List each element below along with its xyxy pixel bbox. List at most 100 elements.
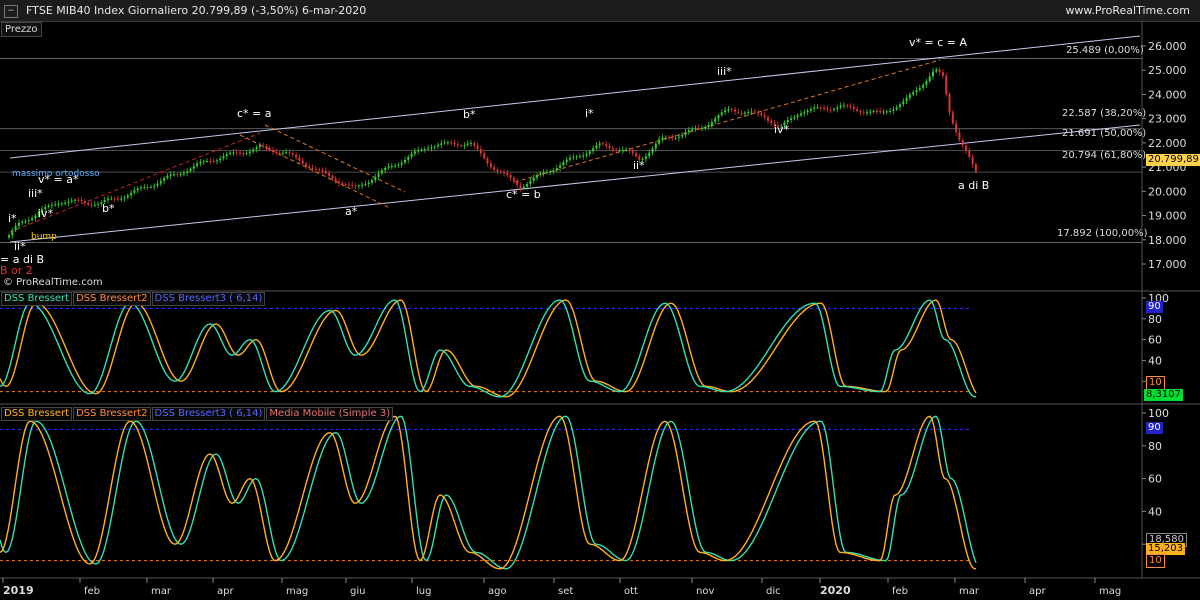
candle-body bbox=[862, 112, 865, 114]
candle-body bbox=[743, 112, 746, 114]
candle-body bbox=[123, 197, 126, 199]
candle-body bbox=[219, 158, 222, 161]
candle-body bbox=[839, 105, 842, 108]
wave-label: b* bbox=[102, 202, 115, 215]
dss2-low-badge: 10 bbox=[1146, 554, 1165, 568]
candle-body bbox=[163, 178, 166, 181]
collapse-icon[interactable]: − bbox=[4, 5, 18, 18]
wave-label: c* = a bbox=[237, 107, 272, 120]
candle-body bbox=[285, 152, 288, 154]
candle-body bbox=[816, 107, 819, 109]
candle-body bbox=[229, 152, 232, 155]
candle-body bbox=[225, 154, 228, 157]
candle-body bbox=[760, 113, 763, 116]
candle-body bbox=[311, 168, 314, 170]
candle-body bbox=[648, 152, 651, 157]
chart-header: − FTSE MIB40 Index Giornaliero 20.799,89… bbox=[0, 0, 1200, 22]
candle-body bbox=[248, 151, 251, 154]
candle-body bbox=[809, 108, 812, 111]
dss-tick-label: 80 bbox=[1148, 440, 1162, 453]
candle-body bbox=[318, 169, 321, 171]
candle-body bbox=[724, 110, 727, 113]
candle-body bbox=[328, 173, 331, 176]
candle-body bbox=[361, 184, 364, 186]
time-axis: 2019 feb mar apr mag giu lug ago set ott nov dic 202… bbox=[2, 578, 1121, 597]
dss1-legend-2[interactable]: DSS Bressert2 bbox=[73, 292, 151, 306]
candle-body bbox=[341, 183, 344, 185]
candle-body bbox=[113, 198, 116, 200]
candle-body bbox=[605, 144, 608, 146]
candle-body bbox=[506, 173, 509, 176]
candle-body bbox=[182, 173, 185, 175]
candle-body bbox=[932, 71, 934, 77]
price-panel-label[interactable]: Prezzo bbox=[1, 22, 42, 37]
candle-body bbox=[737, 111, 740, 113]
candle-body bbox=[889, 110, 892, 112]
dss-tick-label: 100 bbox=[1148, 407, 1169, 420]
dss2-legend-3[interactable]: DSS Bressert3 ( 6,14) bbox=[151, 407, 266, 421]
candle-body bbox=[694, 127, 697, 129]
dss2-legend-1[interactable]: DSS Bressert bbox=[1, 407, 73, 421]
dss1-value-badge: 8,3107 bbox=[1144, 389, 1183, 401]
candle-body bbox=[704, 126, 707, 128]
candle-body bbox=[846, 105, 849, 107]
candle-body bbox=[849, 105, 852, 108]
candle-body bbox=[628, 149, 631, 151]
wave-label: c* = b bbox=[506, 188, 541, 201]
candle-body bbox=[925, 81, 928, 85]
dss1-legend-3[interactable]: DSS Bressert3 ( 6,14) bbox=[151, 292, 266, 306]
candle-body bbox=[618, 150, 621, 152]
candle-body bbox=[176, 174, 179, 176]
candle-body bbox=[770, 120, 773, 124]
dss1-legend-1[interactable]: DSS Bressert bbox=[1, 292, 73, 306]
wave-label: v* = c = A bbox=[909, 36, 967, 49]
candle-body bbox=[466, 143, 469, 145]
candle-body bbox=[532, 177, 535, 181]
time-tick-label: ago bbox=[488, 586, 507, 597]
candle-body bbox=[545, 171, 548, 173]
candle-body bbox=[763, 115, 766, 118]
candle-body bbox=[437, 144, 439, 147]
candle-body bbox=[621, 149, 624, 151]
candle-body bbox=[291, 153, 294, 155]
dss-signal-line bbox=[0, 415, 977, 570]
candle-body bbox=[215, 160, 218, 162]
candle-body bbox=[905, 97, 908, 102]
wave-label: i* bbox=[8, 212, 17, 225]
candle-body bbox=[371, 180, 373, 183]
candle-body bbox=[588, 151, 591, 154]
candle-body bbox=[446, 142, 449, 144]
dss2-legend-2[interactable]: DSS Bressert2 bbox=[73, 407, 151, 421]
dss-main-line bbox=[0, 299, 977, 398]
candle-body bbox=[397, 164, 400, 166]
candle-body bbox=[549, 171, 552, 173]
candle-body bbox=[536, 174, 538, 178]
candle-body bbox=[585, 153, 588, 156]
candle-body bbox=[460, 145, 463, 147]
candle-body bbox=[308, 166, 311, 169]
wave-label: a di B bbox=[958, 179, 989, 192]
time-tick-label: mag bbox=[1099, 586, 1121, 597]
candle-body bbox=[918, 87, 921, 91]
candle-body bbox=[179, 173, 182, 175]
trend-dashed-orange bbox=[514, 59, 941, 183]
candle-body bbox=[364, 184, 367, 186]
fib-level-50: 21.691 (50,00%) bbox=[1062, 128, 1147, 139]
site-link[interactable]: www.ProRealTime.com bbox=[1065, 0, 1190, 21]
candle-body bbox=[677, 136, 680, 138]
candle-body bbox=[664, 137, 667, 139]
dss2-legend-4[interactable]: Media Mobile (Simple 3) bbox=[266, 407, 394, 421]
candle-body bbox=[908, 94, 911, 98]
candle-body bbox=[598, 143, 601, 146]
wave-label: a* bbox=[345, 205, 358, 218]
candle-body bbox=[305, 163, 307, 167]
candle-body bbox=[836, 107, 839, 110]
candle-body bbox=[278, 153, 281, 155]
candle-body bbox=[734, 109, 736, 112]
candle-body bbox=[97, 203, 100, 205]
wave-label: i* bbox=[585, 107, 594, 120]
candle-body bbox=[922, 84, 925, 88]
candle-body bbox=[710, 122, 713, 125]
candle-body bbox=[529, 180, 532, 184]
candles bbox=[8, 67, 977, 240]
